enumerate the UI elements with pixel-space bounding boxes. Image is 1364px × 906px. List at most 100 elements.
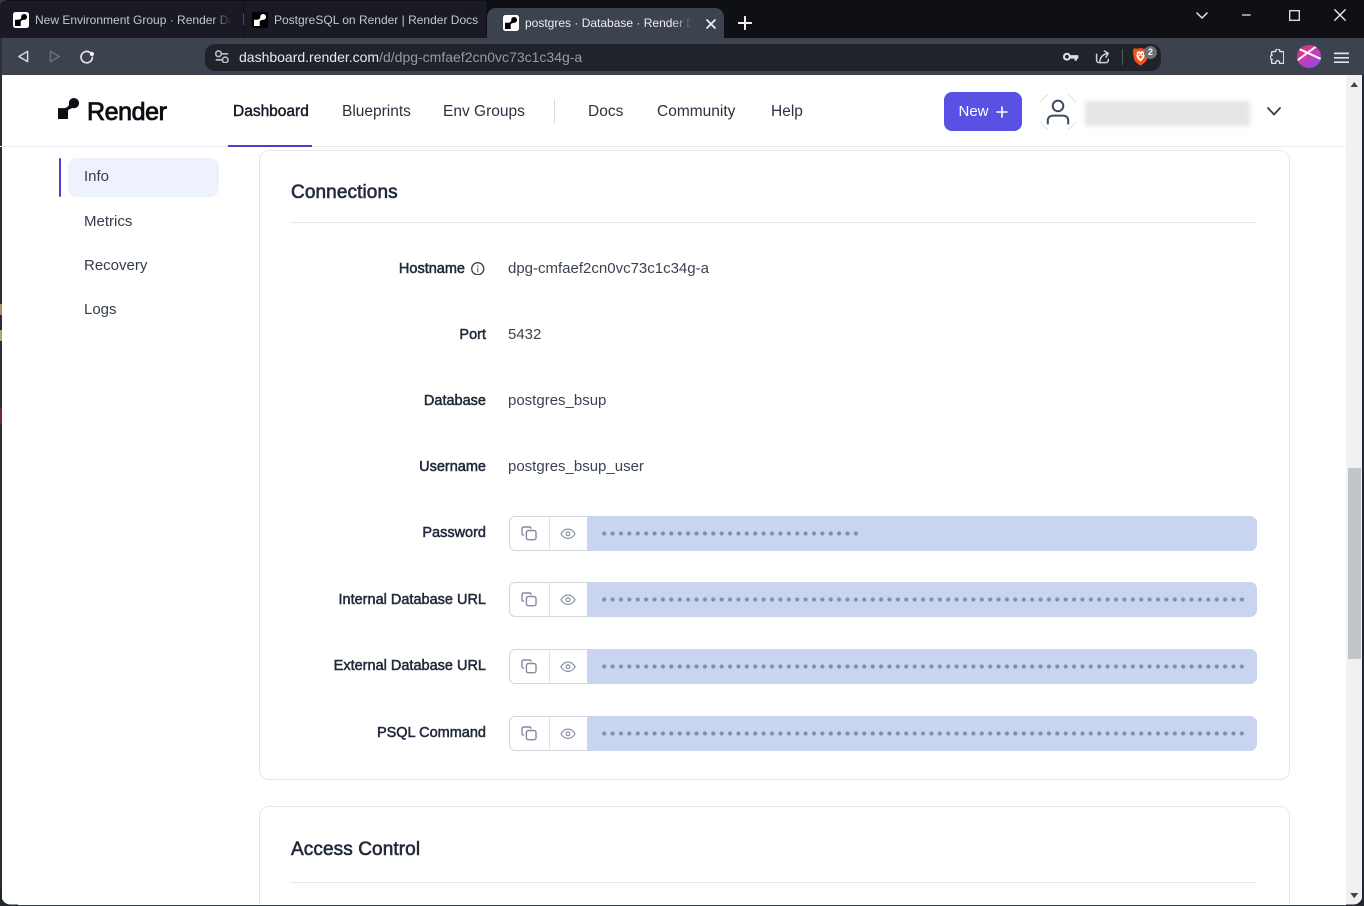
nav-env-groups[interactable]: Env Groups bbox=[443, 103, 525, 121]
extensions-icon[interactable] bbox=[1270, 49, 1284, 64]
internal-db-url-masked-field[interactable] bbox=[588, 582, 1257, 617]
password-masked-field[interactable] bbox=[588, 516, 1257, 551]
password-key-icon[interactable] bbox=[1062, 50, 1080, 62]
site-header-border bbox=[0, 146, 1362, 147]
copy-button[interactable] bbox=[509, 716, 549, 751]
render-logo-icon[interactable] bbox=[58, 98, 79, 119]
copy-button[interactable] bbox=[509, 516, 549, 551]
sidebar-item-recovery[interactable]: Recovery bbox=[84, 256, 147, 276]
render-favicon bbox=[13, 12, 29, 28]
copy-icon bbox=[521, 726, 537, 741]
psql-command-label: PSQL Command bbox=[260, 723, 486, 743]
tab-title: New Environment Group · Render Das bbox=[35, 13, 232, 27]
tab-new-environment-group[interactable]: New Environment Group · Render Das bbox=[0, 1, 243, 38]
window-corner-bottom-right bbox=[1346, 888, 1364, 906]
url-path: /d/dpg-cmfaef2cn0vc73c1c34g-a bbox=[379, 49, 582, 65]
external-db-url-field-group bbox=[509, 649, 1257, 684]
account-chevron-icon[interactable] bbox=[1267, 107, 1281, 116]
scrollbar-up-icon[interactable] bbox=[1350, 82, 1359, 88]
new-tab-icon[interactable] bbox=[738, 16, 752, 30]
forward-icon[interactable] bbox=[49, 50, 61, 63]
copy-icon bbox=[521, 592, 537, 607]
window-close-icon[interactable] bbox=[1334, 9, 1346, 21]
copy-icon bbox=[521, 659, 537, 674]
sidebar-item-info-label[interactable]: Info bbox=[84, 167, 109, 187]
eye-icon bbox=[560, 661, 576, 673]
password-field-group bbox=[509, 516, 1257, 551]
reveal-button[interactable] bbox=[549, 516, 589, 551]
nav-divider bbox=[554, 99, 555, 124]
urlbar-divider bbox=[1122, 49, 1123, 65]
tab-strip: New Environment Group · Render Das Postg… bbox=[0, 0, 1364, 38]
nav-docs[interactable]: Docs bbox=[588, 103, 623, 121]
info-icon[interactable] bbox=[471, 262, 485, 276]
eye-icon bbox=[560, 594, 576, 606]
psql-command-field-group bbox=[509, 716, 1257, 751]
url-text[interactable]: dashboard.render.com/d/dpg-cmfaef2cn0vc7… bbox=[239, 48, 582, 67]
render-wordmark[interactable]: Render bbox=[87, 98, 167, 127]
nav-dashboard[interactable]: Dashboard bbox=[233, 103, 309, 121]
tab-title-text: PostgreSQL on Render | Render Docs bbox=[274, 13, 478, 27]
tab-title-fade bbox=[672, 16, 692, 30]
reveal-button[interactable] bbox=[549, 582, 589, 617]
screen-edge-artifact bbox=[0, 330, 2, 341]
reload-icon[interactable] bbox=[79, 50, 95, 65]
connections-divider bbox=[290, 222, 1257, 223]
window-corner-bottom-left bbox=[0, 888, 18, 906]
profile-avatar[interactable] bbox=[1297, 45, 1321, 69]
internal-db-url-field-group bbox=[509, 582, 1257, 617]
masked-dots bbox=[600, 716, 1248, 751]
minimize-icon[interactable] bbox=[1242, 14, 1253, 16]
database-label: Database bbox=[260, 391, 486, 411]
person-icon bbox=[1048, 100, 1068, 124]
password-label: Password bbox=[260, 523, 486, 543]
maximize-icon[interactable] bbox=[1289, 10, 1300, 21]
site-settings-icon[interactable] bbox=[215, 50, 229, 63]
access-control-divider bbox=[290, 882, 1257, 883]
masked-dots bbox=[600, 516, 862, 551]
tab-title-fade bbox=[212, 13, 232, 27]
account-button[interactable] bbox=[1036, 90, 1080, 134]
window-edge-left-toolbar bbox=[0, 38, 2, 75]
screen-edge-artifact bbox=[0, 75, 2, 905]
render-favicon bbox=[503, 15, 519, 31]
tab-title: PostgreSQL on Render | Render Docs bbox=[274, 13, 481, 27]
render-docs-favicon bbox=[252, 12, 268, 28]
sidebar-active-accent bbox=[59, 158, 61, 197]
masked-dots bbox=[600, 649, 1248, 684]
tab-search-chevron-icon[interactable] bbox=[1196, 12, 1208, 19]
back-icon[interactable] bbox=[17, 50, 29, 63]
sidebar-item-metrics[interactable]: Metrics bbox=[84, 212, 132, 232]
psql-command-masked-field[interactable] bbox=[588, 716, 1257, 751]
new-button[interactable]: New bbox=[944, 92, 1022, 131]
shield-badge: 2 bbox=[1144, 46, 1157, 59]
masked-dots bbox=[600, 582, 1248, 617]
menu-icon[interactable] bbox=[1334, 52, 1349, 64]
sidebar-item-logs[interactable]: Logs bbox=[84, 300, 117, 320]
reveal-button[interactable] bbox=[549, 716, 589, 751]
screen-edge-artifact bbox=[0, 408, 2, 424]
nav-help[interactable]: Help bbox=[771, 103, 803, 121]
account-name-redacted bbox=[1085, 101, 1250, 126]
tab-postgresql-docs[interactable]: PostgreSQL on Render | Render Docs bbox=[244, 1, 486, 38]
eye-icon bbox=[560, 728, 576, 740]
nav-blueprints[interactable]: Blueprints bbox=[342, 103, 411, 121]
username-value: postgres_bsup_user bbox=[508, 457, 644, 477]
copy-button[interactable] bbox=[509, 582, 549, 617]
tab-title: postgres · Database · Render Da bbox=[525, 16, 692, 30]
username-label: Username bbox=[260, 457, 486, 477]
port-value: 5432 bbox=[508, 325, 541, 345]
share-icon[interactable] bbox=[1095, 49, 1110, 64]
nav-community[interactable]: Community bbox=[657, 103, 735, 121]
tab-title-text: New Environment Group · Render Das bbox=[35, 13, 232, 27]
tab-close-icon[interactable] bbox=[706, 19, 716, 29]
screen-edge-artifact bbox=[0, 304, 2, 315]
browser-window: New Environment Group · Render Das Postg… bbox=[0, 0, 1364, 906]
scrollbar-thumb[interactable] bbox=[1348, 468, 1361, 659]
tab-postgres-database[interactable]: postgres · Database · Render Da bbox=[487, 8, 724, 38]
reveal-button[interactable] bbox=[549, 649, 589, 684]
external-db-url-masked-field[interactable] bbox=[588, 649, 1257, 684]
nav-active-underline bbox=[228, 145, 312, 147]
port-label: Port bbox=[260, 325, 486, 345]
copy-button[interactable] bbox=[509, 649, 549, 684]
